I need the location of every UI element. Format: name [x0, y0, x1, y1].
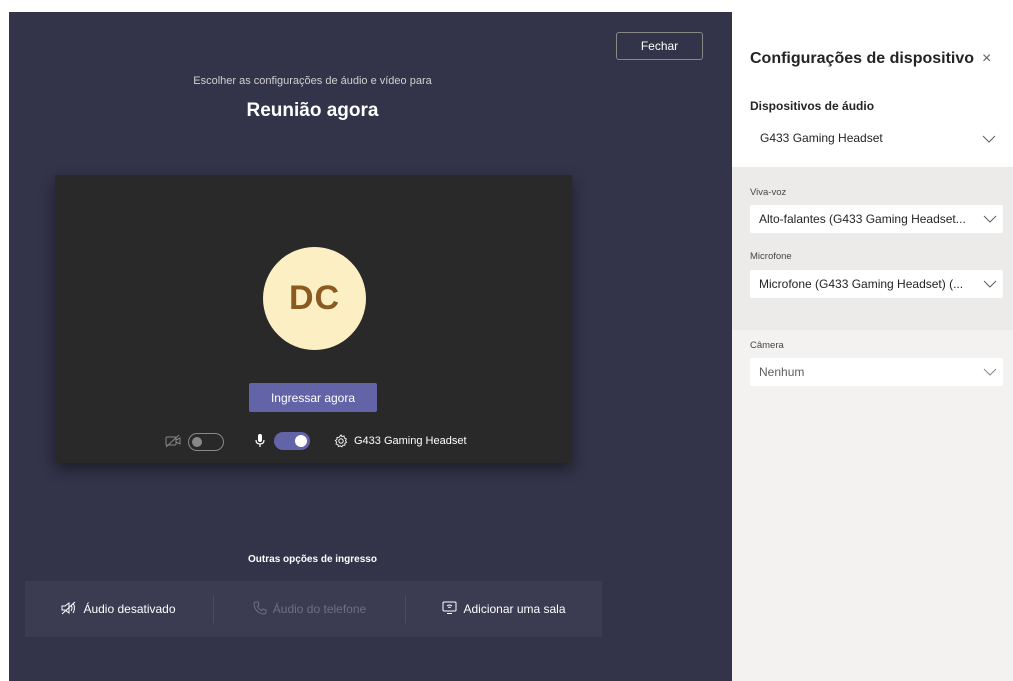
speaker-select[interactable]: Alto-falantes (G433 Gaming Headset... — [750, 205, 1003, 233]
close-button[interactable]: Fechar — [616, 32, 703, 60]
microphone-label: Microfone — [750, 251, 792, 262]
chevron-down-icon — [983, 368, 997, 376]
audio-devices-label: Dispositivos de áudio — [750, 99, 875, 113]
camera-select[interactable]: Nenhum — [750, 358, 1003, 386]
meeting-title: Reunião agora — [246, 100, 379, 121]
other-join-options-title: Outras opções de ingresso — [248, 554, 377, 565]
preview-controls: G433 Gaming Headset — [55, 431, 572, 455]
phone-icon — [253, 601, 267, 618]
audio-device-label[interactable]: G433 Gaming Headset — [354, 435, 467, 447]
microphone-value: Microfone (G433 Gaming Headset) (... — [759, 277, 964, 291]
cast-icon — [442, 601, 457, 618]
chevron-down-icon — [982, 135, 996, 143]
add-room-option[interactable]: Adicionar uma sala — [406, 581, 602, 637]
speaker-off-icon — [61, 601, 77, 618]
camera-value: Nenhum — [759, 365, 805, 379]
prejoin-subtitle: Escolher as configurações de áudio e víd… — [193, 75, 432, 87]
gear-icon[interactable] — [334, 434, 348, 448]
speaker-label: Viva-voz — [750, 187, 787, 198]
join-options-bar: Áudio desativado Áudio do telefone Adici… — [25, 581, 602, 637]
panel-title: Configurações de dispositivo — [750, 50, 975, 67]
avatar: DC — [263, 247, 366, 350]
audio-device-select[interactable]: G433 Gaming Headset — [750, 124, 1003, 152]
microphone-icon — [253, 433, 267, 449]
audio-off-option[interactable]: Áudio desativado — [25, 581, 212, 637]
microphone-toggle[interactable] — [274, 432, 310, 450]
device-settings-panel: Configurações de dispositivo × Dispositi… — [732, 12, 1013, 681]
add-room-label: Adicionar uma sala — [463, 602, 566, 616]
audio-off-label: Áudio desativado — [83, 602, 176, 616]
phone-audio-option[interactable]: Áudio do telefone — [214, 581, 405, 637]
video-preview: DC Ingressar agora G433 Gaming Headset — [55, 175, 572, 463]
microphone-select[interactable]: Microfone (G433 Gaming Headset) (... — [750, 270, 1003, 298]
camera-off-icon — [165, 433, 181, 449]
close-icon[interactable]: × — [982, 50, 991, 68]
speaker-value: Alto-falantes (G433 Gaming Headset... — [759, 212, 966, 226]
camera-toggle[interactable] — [188, 433, 224, 451]
join-now-button[interactable]: Ingressar agora — [249, 383, 377, 412]
camera-label: Câmera — [750, 340, 784, 351]
phone-audio-label: Áudio do telefone — [272, 602, 367, 616]
audio-device-value: G433 Gaming Headset — [760, 131, 883, 145]
chevron-down-icon — [983, 280, 997, 288]
chevron-down-icon — [983, 215, 997, 223]
